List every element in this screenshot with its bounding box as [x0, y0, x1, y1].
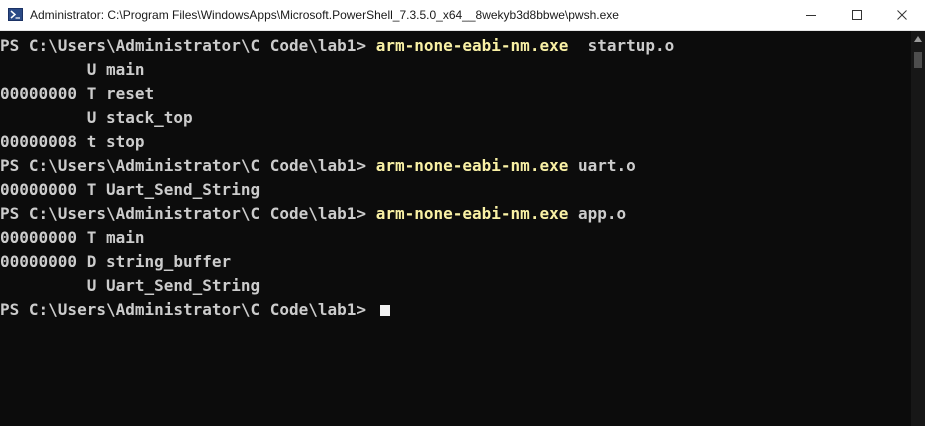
output-line: U stack_top — [0, 106, 905, 130]
close-button[interactable] — [879, 0, 925, 30]
command-text: arm-none-eabi-nm.exe — [375, 156, 569, 175]
command-argument: app.o — [568, 204, 627, 223]
output-text: 00000008 t stop — [0, 132, 145, 151]
maximize-icon — [852, 10, 862, 20]
command-argument: startup.o — [568, 36, 675, 55]
command-text: arm-none-eabi-nm.exe — [375, 36, 569, 55]
output-text: 00000000 D string_buffer — [0, 252, 232, 271]
output-text: U main — [0, 60, 145, 79]
output-line: 00000000 T main — [0, 226, 905, 250]
window-title: Administrator: C:\Program Files\WindowsA… — [30, 8, 619, 22]
title-bar[interactable]: Administrator: C:\Program Files\WindowsA… — [0, 0, 925, 31]
prompt-text: PS C:\Users\Administrator\C Code\lab1> — [0, 204, 376, 223]
output-text: U Uart_Send_String — [0, 276, 261, 295]
output-line: U main — [0, 58, 905, 82]
output-line: U Uart_Send_String — [0, 274, 905, 298]
prompt-line: PS C:\Users\Administrator\C Code\lab1> a… — [0, 34, 905, 58]
output-line: 00000008 t stop — [0, 130, 905, 154]
close-icon — [897, 10, 907, 20]
minimize-icon — [806, 15, 816, 16]
command-text: arm-none-eabi-nm.exe — [375, 204, 569, 223]
maximize-button[interactable] — [834, 0, 880, 30]
output-line: 00000000 D string_buffer — [0, 250, 905, 274]
prompt-line: PS C:\Users\Administrator\C Code\lab1> a… — [0, 154, 905, 178]
prompt-line: PS C:\Users\Administrator\C Code\lab1> — [0, 298, 905, 322]
output-text: 00000000 T reset — [0, 84, 155, 103]
output-text: U stack_top — [0, 108, 193, 127]
command-argument: uart.o — [568, 156, 636, 175]
output-line: 00000000 T reset — [0, 82, 905, 106]
console-output[interactable]: PS C:\Users\Administrator\C Code\lab1> a… — [0, 34, 905, 322]
output-line: 00000000 T Uart_Send_String — [0, 178, 905, 202]
prompt-text: PS C:\Users\Administrator\C Code\lab1> — [0, 36, 376, 55]
minimize-button[interactable] — [788, 0, 834, 30]
powershell-icon — [8, 8, 23, 21]
prompt-text: PS C:\Users\Administrator\C Code\lab1> — [0, 156, 376, 175]
vertical-scrollbar[interactable] — [911, 31, 925, 426]
text-cursor — [379, 305, 390, 316]
scroll-up-arrow-icon[interactable] — [914, 36, 922, 42]
prompt-text: PS C:\Users\Administrator\C Code\lab1> — [0, 300, 376, 319]
prompt-line: PS C:\Users\Administrator\C Code\lab1> a… — [0, 202, 905, 226]
output-text: 00000000 T Uart_Send_String — [0, 180, 261, 199]
terminal-window: Administrator: C:\Program Files\WindowsA… — [0, 0, 925, 426]
output-text: 00000000 T main — [0, 228, 145, 247]
scrollbar-thumb[interactable] — [914, 52, 922, 68]
